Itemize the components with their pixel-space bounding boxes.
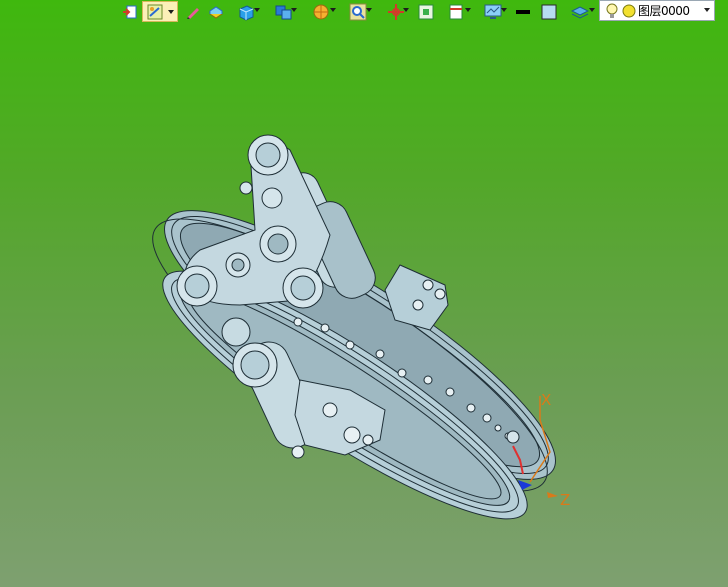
line-color-icon[interactable] [514, 1, 532, 22]
chevron-down-icon[interactable] [403, 8, 409, 12]
pen-icon[interactable] [185, 1, 201, 22]
chevron-down-icon[interactable] [366, 8, 372, 12]
layer-color-icon [622, 4, 636, 17]
z-axis-label: Z [560, 491, 571, 509]
chevron-down-icon[interactable] [254, 8, 260, 12]
exit-icon[interactable] [121, 1, 139, 22]
x-axis-label: X [541, 391, 552, 409]
chevron-down-icon[interactable] [291, 8, 297, 12]
fill-color-icon[interactable] [540, 1, 558, 22]
render-style-icon [313, 4, 329, 19]
chevron-down-icon [168, 9, 174, 14]
3d-viewport[interactable]: X Z [0, 24, 728, 587]
chevron-down-icon[interactable] [330, 8, 336, 12]
face-extrude-icon[interactable] [207, 1, 225, 22]
chevron-down-icon[interactable] [589, 8, 595, 12]
solid-box-icon [239, 4, 254, 21]
chevron-down-icon[interactable] [501, 8, 507, 12]
layer-select[interactable]: 图层0000 [599, 0, 715, 21]
grid-snap-icon[interactable] [417, 1, 435, 22]
sketch-mode-button[interactable] [142, 1, 178, 22]
chevron-down-icon[interactable] [465, 8, 471, 12]
zoom-view-icon [349, 3, 367, 20]
align-icon [449, 4, 463, 19]
bulb-icon [606, 3, 618, 18]
multi-solid-icon [275, 5, 292, 19]
display-settings-icon [484, 4, 502, 19]
chevron-down-icon [704, 8, 710, 12]
layer-name: 图层0000 [638, 4, 690, 18]
sketch-mode-icon [147, 4, 163, 19]
wheel-assembly-model[interactable] [0, 24, 728, 587]
toolbar: 图层0000 [0, 0, 728, 24]
layer-manager-icon [571, 5, 589, 19]
